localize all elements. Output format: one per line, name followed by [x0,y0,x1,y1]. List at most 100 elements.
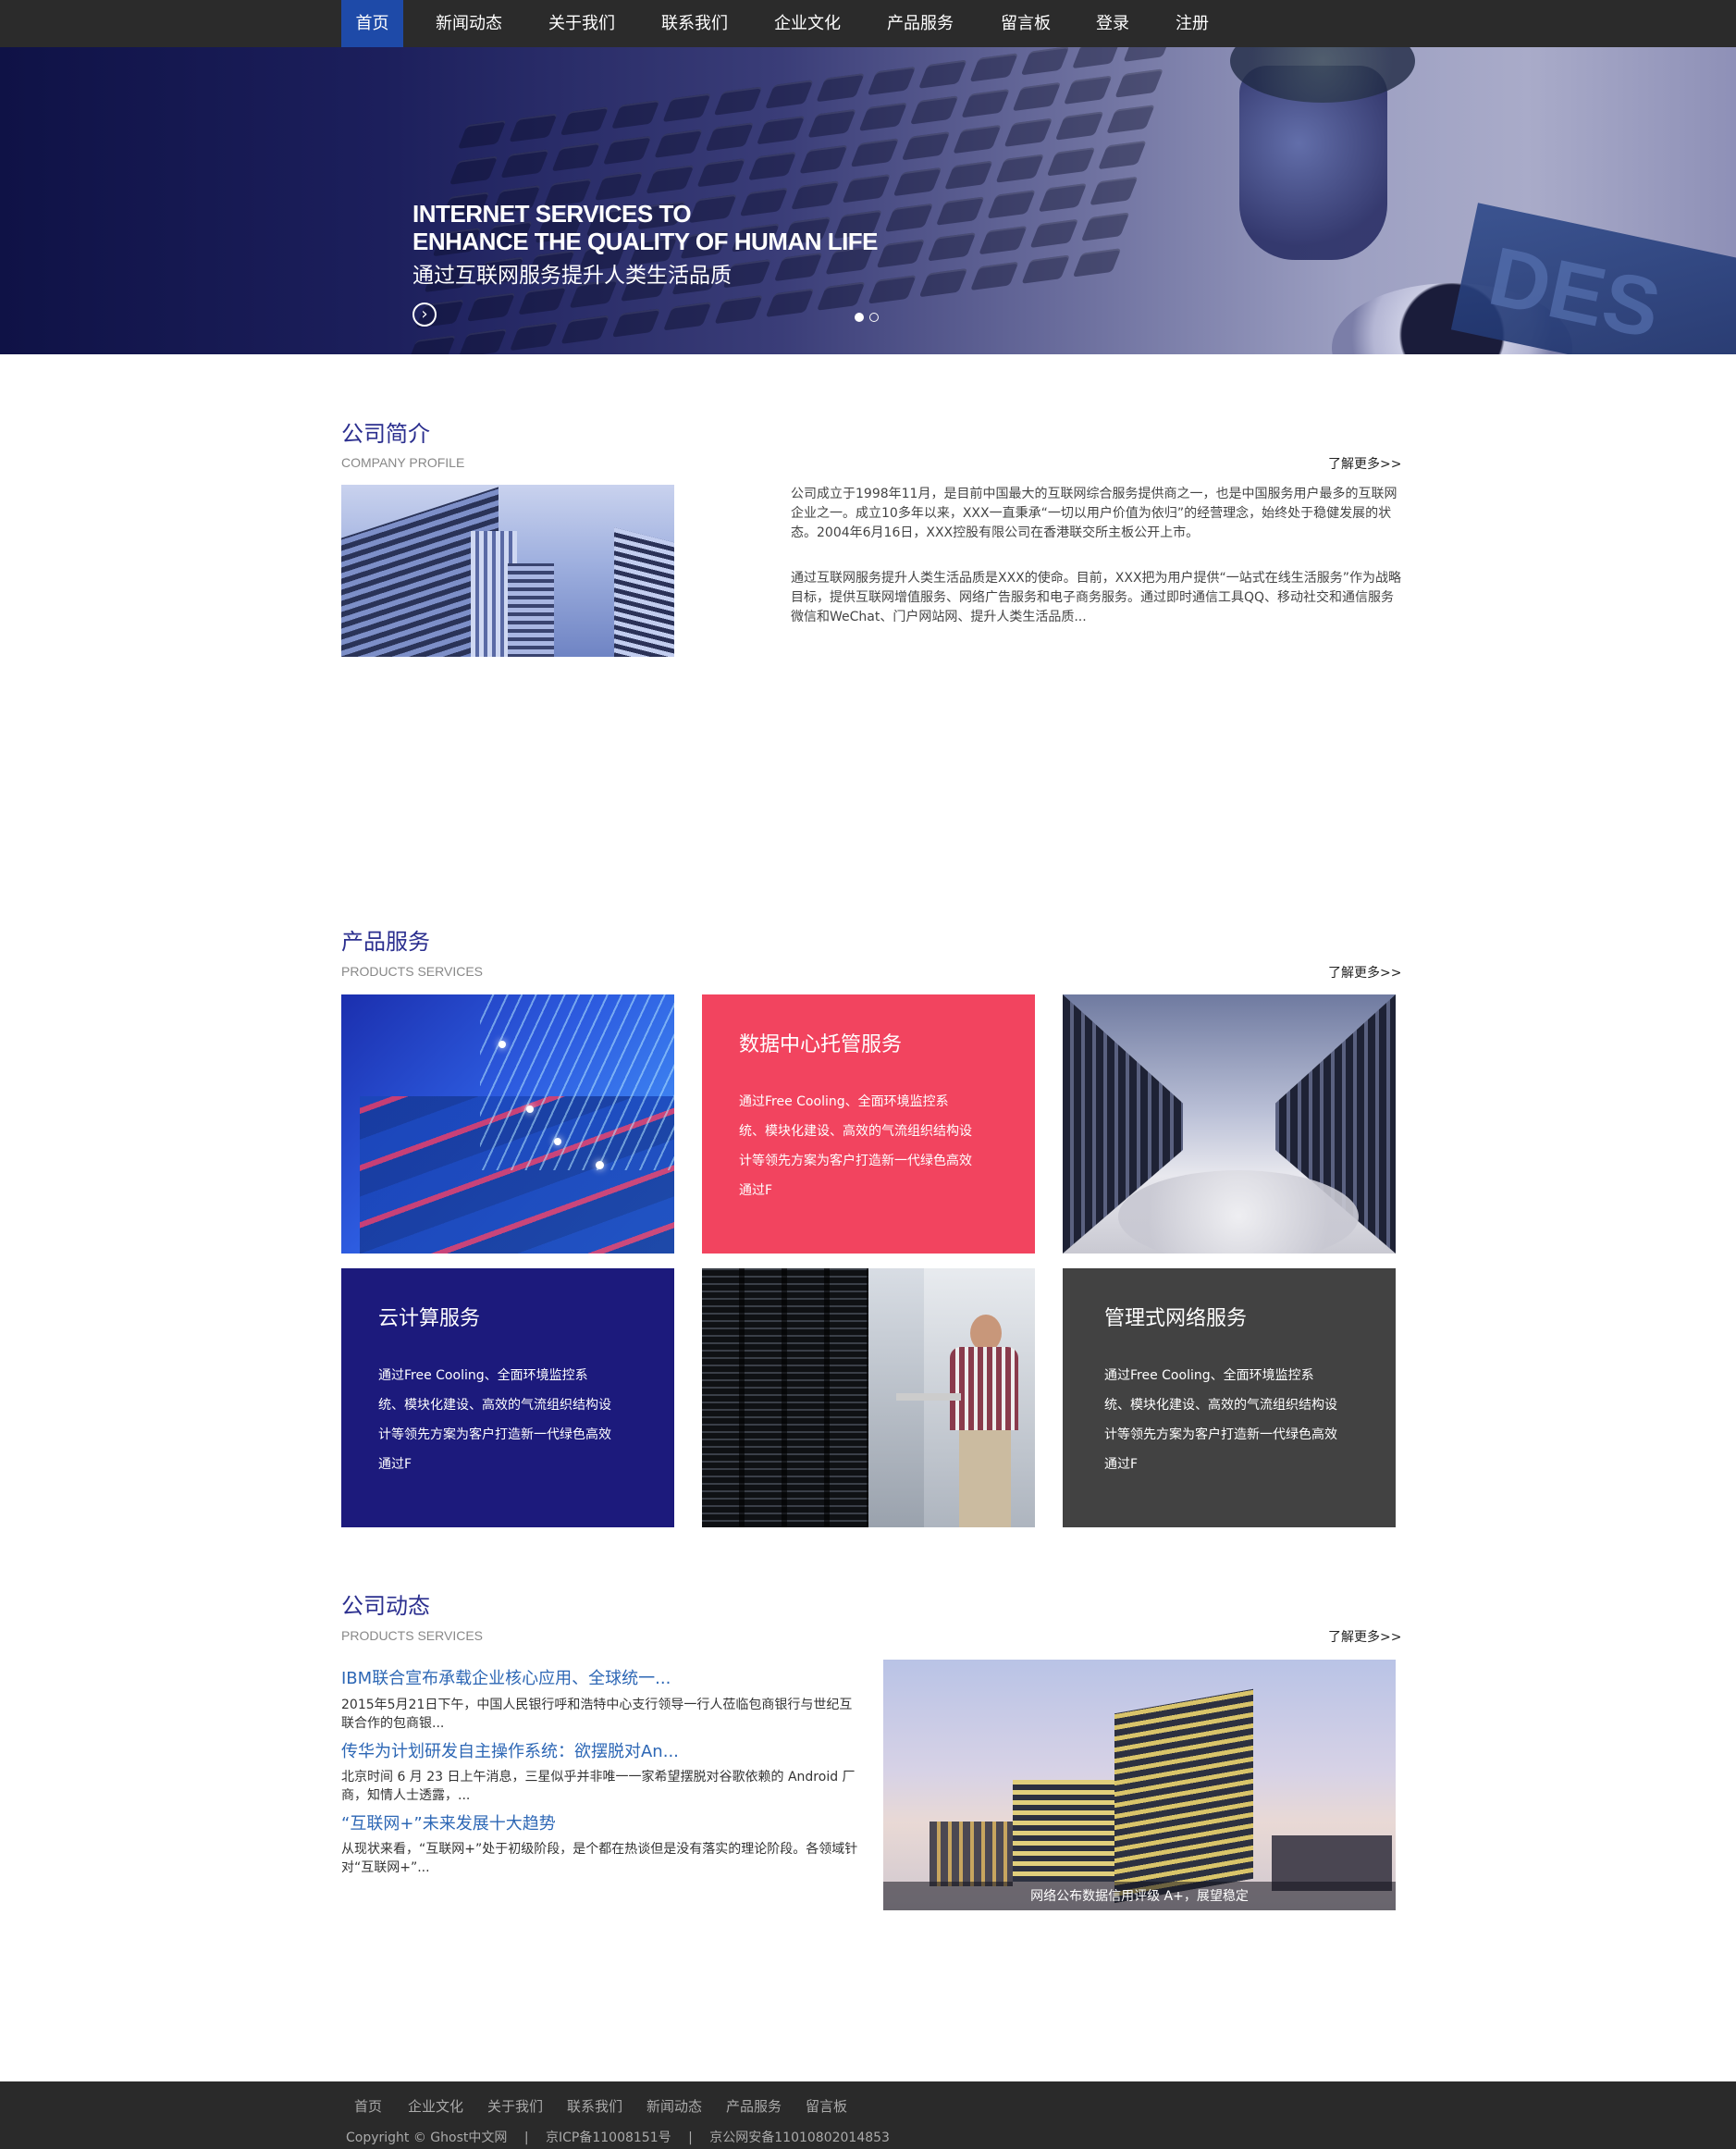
news-item-2-summary: 北京时间 6 月 23 日上午消息，三星似乎并非唯一一家希望摆脱对谷歌依赖的 A… [341,1768,856,1805]
news-item-3-headline[interactable]: “互联网+”未来发展十大趋势 [341,1810,556,1834]
keyboard-key-shape [953,124,1002,154]
news-more-link[interactable]: 了解更多>> [1328,1627,1401,1646]
description-line: 通过F [378,1457,412,1472]
news-summary-line: 从现状来看，“互联网+”处于初级阶段，是个都在热谈但是没有落实的理论阶段。各领域… [341,1842,858,1857]
keyboard-key-shape [764,80,814,109]
keyboard-key-shape [790,180,840,210]
nav-item-about[interactable]: 关于我们 [536,0,627,47]
footer-link-news[interactable]: 新闻动态 [646,2096,702,2116]
keyboard-key-shape [458,328,508,354]
keyboard-key-shape [500,149,549,179]
keyboard-key-shape [611,308,661,338]
top-navigation-bar: 首页 新闻动态 关于我们 联系我们 企业文化 产品服务 留言板 登录 注册 [0,0,1736,47]
keyboard-key-shape [1046,147,1096,177]
keyboard-key-shape [765,288,815,317]
footer-link-home[interactable]: 首页 [354,2096,382,2116]
keyboard-key-shape [935,196,985,226]
keyboard-key-shape [449,155,499,185]
keyboard-key-shape [662,302,712,331]
keyboard-key-shape [739,187,789,216]
description-line: 计等领先方案为客户打造新一代绿色高效 [378,1427,611,1442]
nav-item-home[interactable]: 首页 [341,0,403,47]
keyboard-key-shape [1072,248,1122,278]
banner-subtitle: 通过互联网服务提升人类生活品质 [412,264,732,288]
keyboard-key-shape [756,116,806,145]
chevron-right-circle-icon[interactable]: › [412,303,437,327]
keyboard-key-shape [1020,47,1070,76]
profile-paragraph-2-line: 微信和WeChat、门户网站网、提升人类生活品质... [791,610,1087,624]
description-line: 统、模块化建设、高效的气流组织结构设 [739,1124,972,1139]
server-aisle-clouds-image [1063,994,1396,1254]
nav-item-products[interactable]: 产品服务 [875,0,966,47]
keyboard-key-shape [961,89,1010,118]
keyboard-key-shape [1063,75,1113,105]
keyboard-key-shape [610,99,660,130]
news-summary-line: 北京时间 6 月 23 日上午消息，三星似乎并非唯一一家希望摆脱对谷歌依赖的 A… [341,1770,856,1785]
description-line: 计等领先方案为客户打造新一代绿色高效 [1104,1427,1337,1442]
profile-more-link[interactable]: 了解更多>> [1328,454,1401,473]
news-summary-line: 商，知情人士透露，... [341,1788,471,1803]
footer-link-culture[interactable]: 企业文化 [408,2096,463,2116]
nav-item-contact[interactable]: 联系我们 [649,0,740,47]
product-tile-title: 云计算服务 [378,1307,481,1330]
footer-link-products[interactable]: 产品服务 [726,2096,782,2116]
product-tile-cloud[interactable]: 云计算服务 通过Free Cooling、全面环境监控系 统、模块化建设、高效的… [341,1268,674,1527]
keyboard-key-shape [850,138,900,167]
keyboard-key-shape [1054,111,1104,141]
slide-dot-2[interactable] [869,313,879,322]
news-item-1-summary: 2015年5月21日下午，中国人民银行呼和浩特中心支行领导一行人莅临包商银行与世… [341,1696,852,1733]
profile-paragraph-1-line: 公司成立于1998年11月，是目前中国最大的互联网综合服务提供商之一，也是中国服… [791,487,1397,501]
description-line: 通过F [739,1183,773,1198]
news-summary-line: 对“互联网+”... [341,1860,430,1875]
keyboard-key-shape [884,203,934,232]
description-line: 统、模块化建设、高效的气流组织结构设 [378,1398,611,1413]
keyboard-key-shape [560,315,609,344]
products-section-title: 产品服务 [341,929,430,955]
products-more-link[interactable]: 了解更多>> [1328,963,1401,982]
keyboard-key-shape [1098,140,1147,170]
keyboard-key-shape [1012,81,1062,112]
footer-link-contact[interactable]: 联系我们 [567,2096,622,2116]
keyboard-key-shape [457,119,507,149]
profile-paragraph-1: 公司成立于1998年11月，是目前中国最大的互联网综合服务提供商之一，也是中国服… [791,485,1397,543]
nav-item-register[interactable]: 注册 [1162,0,1223,47]
footer-copyright-line: Copyright © Ghost中文网 | 京ICP备11008151号 | … [346,2128,890,2146]
keyboard-key-shape [1029,218,1079,249]
nav-item-login[interactable]: 登录 [1082,0,1143,47]
news-summary-line: 2015年5月21日下午，中国人民银行呼和浩特中心支行领导一行人莅临包商银行与世… [341,1698,853,1712]
profile-paragraph-2: 通过互联网服务提升人类生活品质是XXX的使命。目前，XXX把为用户提供“一站式在… [791,569,1401,627]
keyboard-key-shape [509,321,559,352]
nav-item-news[interactable]: 新闻动态 [424,0,514,47]
police-record-text[interactable]: 京公网安备11010802014853 [709,2130,890,2145]
site-footer: 首页 企业文化 关于我们 联系我们 新闻动态 产品服务 留言板 Copyrigh… [0,2081,1736,2149]
keyboard-key-shape [654,129,703,158]
keyboard-key-shape [995,154,1044,183]
keyboard-key-shape [1072,47,1121,69]
profile-paragraph-2-line: 目标，提供互联网增值服务、网络广告服务和电子商务服务。通过即时通信工具QQ、移动… [791,590,1395,605]
keyboard-key-shape [867,66,917,96]
footer-separator: | [523,2130,529,2145]
keyboard-key-shape [918,59,967,89]
profile-paragraph-2-line: 通过互联网服务提升人类生活品质是XXX的使命。目前，XXX把为用户提供“一站式在… [791,571,1402,586]
keyboard-key-shape [696,158,746,188]
news-item-2-headline[interactable]: 传华为计划研发自主操作系统：欲摆脱对An... [341,1738,679,1762]
profile-section-subtitle: COMPANY PROFILE [341,455,465,470]
product-tile-datacenter[interactable]: 数据中心托管服务 通过Free Cooling、全面环境监控系 统、模块化建设、… [702,994,1035,1254]
news-featured-image[interactable]: 网络公布数据信用评级 A+，展望稳定 [883,1660,1396,1910]
keyboard-key-shape [970,261,1019,291]
keyboard-key-shape [773,252,823,282]
slide-dot-1[interactable] [855,313,864,322]
nav-item-culture[interactable]: 企业文化 [762,0,853,47]
keyboard-key-shape [799,144,848,174]
product-tile-description: 通过Free Cooling、全面环境监控系 统、模块化建设、高效的气流组织结构… [1104,1361,1373,1479]
product-tile-managed-network[interactable]: 管理式网络服务 通过Free Cooling、全面环境监控系 统、模块化建设、高… [1063,1268,1396,1527]
keyboard-key-shape [893,167,942,197]
footer-separator: | [688,2130,693,2145]
footer-link-guestbook[interactable]: 留言板 [806,2096,847,2116]
icp-license-text[interactable]: 京ICP备11008151号 [546,2130,671,2145]
footer-link-about[interactable]: 关于我们 [487,2096,543,2116]
nav-item-guestbook[interactable]: 留言板 [988,0,1064,47]
description-line: 计等领先方案为客户打造新一代绿色高效 [739,1154,972,1168]
news-item-1-headline[interactable]: IBM联合宣布承载企业核心应用、全球统一... [341,1665,671,1689]
keyboard-key-shape [407,335,456,354]
